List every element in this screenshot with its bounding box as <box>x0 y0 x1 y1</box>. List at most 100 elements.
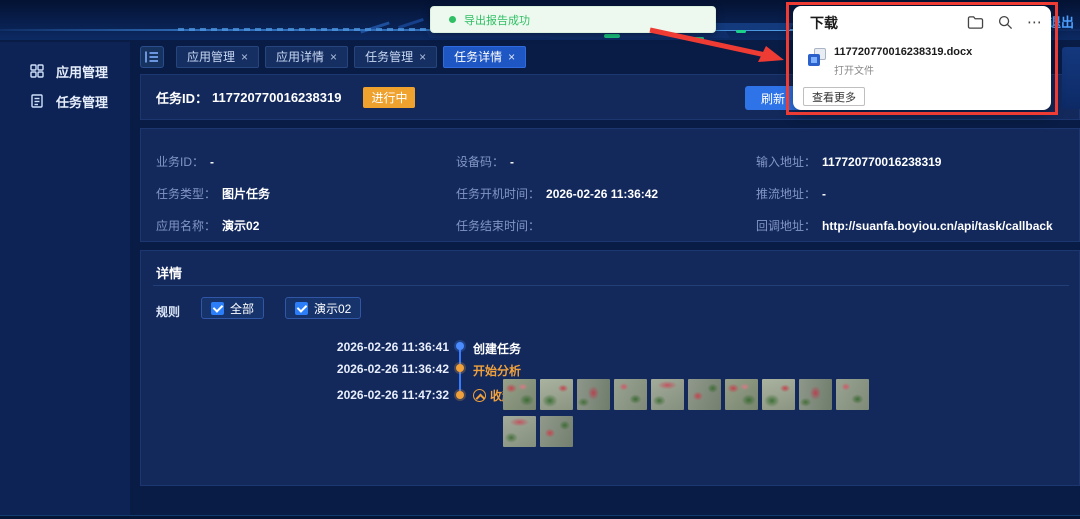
checkbox-checked-icon[interactable] <box>211 302 224 315</box>
detection-thumbnail[interactable] <box>540 416 573 447</box>
checkbox-demo02[interactable]: 演示02 <box>285 297 361 319</box>
field-label: 设备码： <box>456 155 504 169</box>
tab-label: 应用管理 <box>187 47 235 67</box>
detection-thumbnail[interactable] <box>799 379 832 410</box>
collapse-chevron-icon <box>473 389 486 402</box>
download-popup: 下载 ⋯ 117720770016238319.docx 打开文件 查看更多 <box>793 6 1051 110</box>
tab-task-details[interactable]: 任务详情 × <box>443 46 526 68</box>
tab-close-icon[interactable]: × <box>330 47 337 67</box>
rule-label: 规则 <box>156 303 180 320</box>
sidebar-item-app-management[interactable]: 应用管理 <box>0 56 130 86</box>
detection-thumbnail[interactable] <box>725 379 758 410</box>
task-document-icon <box>30 94 44 108</box>
detection-thumbnail[interactable] <box>503 416 536 447</box>
tab-app-details[interactable]: 应用详情 × <box>265 46 348 68</box>
field-task-end-time: 任务结束时间： <box>456 217 546 234</box>
thumbnail-grid <box>503 379 875 447</box>
task-info-panel: 业务ID：- 设备码：- 输入地址：117720770016238319 任务类… <box>140 128 1080 242</box>
field-value: 演示02 <box>222 219 259 233</box>
search-downloads-icon[interactable] <box>997 14 1014 31</box>
timeline-time: 2026-02-26 11:36:41 <box>316 340 449 354</box>
detection-thumbnail[interactable] <box>577 379 610 410</box>
checkbox-label: 全部 <box>230 300 254 317</box>
details-panel: 详情 规则 全部 演示02 2026-02-26 11:36:41 创建任务 2… <box>140 250 1080 486</box>
tab-close-icon[interactable]: × <box>241 47 248 67</box>
timeline-dot-icon <box>456 364 464 372</box>
logout-button[interactable]: 退出 <box>1048 12 1074 31</box>
detection-thumbnail[interactable] <box>540 379 573 410</box>
status-badge: 进行中 <box>363 87 415 108</box>
bottom-bar <box>0 515 1080 519</box>
detection-thumbnail[interactable] <box>836 379 869 410</box>
checkbox-label: 演示02 <box>314 300 351 317</box>
field-value: 2026-02-26 11:36:42 <box>546 187 658 201</box>
header-decoration-green-dash <box>604 34 620 38</box>
sidebar-collapse-button[interactable] <box>140 46 164 68</box>
app-window: 导出报告成功 退出 应用管理 任务管理 应用管理 × <box>0 0 1080 519</box>
more-options-icon[interactable]: ⋯ <box>1027 13 1043 31</box>
success-toast: 导出报告成功 <box>430 6 716 33</box>
word-document-icon <box>808 48 826 66</box>
field-input-address: 输入地址： 117720770016238319 <box>756 153 941 170</box>
field-value: - <box>210 155 214 169</box>
header-decoration-green-dash <box>692 37 704 40</box>
timeline-time: 2026-02-26 11:36:42 <box>316 362 449 376</box>
field-label: 任务结束时间： <box>456 219 540 233</box>
export-button-partial[interactable] <box>1062 47 1080 109</box>
field-app-name: 应用名称：演示02 <box>156 217 259 234</box>
tab-close-icon[interactable]: × <box>508 47 515 67</box>
timeline-dot-icon <box>456 391 464 399</box>
timeline-dot-icon <box>456 342 464 350</box>
field-value: - <box>822 187 826 201</box>
see-more-button[interactable]: 查看更多 <box>803 87 865 106</box>
sidebar-item-label: 任务管理 <box>56 92 108 111</box>
sidebar-item-task-management[interactable]: 任务管理 <box>0 86 130 116</box>
field-task-type: 任务类型： 图片任务 <box>156 185 270 202</box>
detection-thumbnail[interactable] <box>503 379 536 410</box>
detection-thumbnail[interactable] <box>614 379 647 410</box>
tab-app-management[interactable]: 应用管理 × <box>176 46 259 68</box>
tab-label: 任务详情 <box>454 47 502 67</box>
field-push-stream-address: 推流地址：- <box>756 185 826 202</box>
field-device-code: 设备码：- <box>456 153 514 170</box>
tab-list: 应用管理 × 应用详情 × 任务管理 × 任务详情 × <box>176 46 526 68</box>
tab-close-icon[interactable]: × <box>419 47 426 67</box>
tab-label: 应用详情 <box>276 47 324 67</box>
download-file-name[interactable]: 117720770016238319.docx <box>834 46 972 58</box>
open-file-link[interactable]: 打开文件 <box>834 62 972 77</box>
app-grid-icon <box>30 64 44 78</box>
detection-thumbnail[interactable] <box>651 379 684 410</box>
sidebar-item-label: 应用管理 <box>56 62 108 81</box>
field-value: 图片任务 <box>222 187 270 201</box>
field-task-start-time: 任务开机时间： 2026-02-26 11:36:42 <box>456 185 658 202</box>
sidebar: 应用管理 任务管理 <box>0 42 130 515</box>
download-popup-title: 下载 <box>810 13 838 33</box>
field-business-id: 业务ID：- <box>156 153 214 170</box>
field-callback-address: 回调地址：http://suanfa.boyiou.cn/api/task/ca… <box>756 217 1053 234</box>
task-id-label: 任务ID： <box>156 88 208 107</box>
tab-label: 任务管理 <box>365 47 413 67</box>
field-value: 117720770016238319 <box>822 155 941 169</box>
detection-thumbnail[interactable] <box>762 379 795 410</box>
detection-thumbnail[interactable] <box>688 379 721 410</box>
field-label: 推流地址： <box>756 187 816 201</box>
open-downloads-folder-icon[interactable] <box>967 14 984 31</box>
tab-task-management[interactable]: 任务管理 × <box>354 46 437 68</box>
timeline-event-create-task: 创建任务 <box>473 340 521 357</box>
checkbox-all[interactable]: 全部 <box>201 297 264 319</box>
checkbox-checked-icon[interactable] <box>295 302 308 315</box>
success-dot-icon <box>449 16 456 23</box>
timeline-event-start-analysis: 开始分析 <box>473 362 521 379</box>
download-file-row[interactable]: 117720770016238319.docx 打开文件 <box>808 46 972 77</box>
field-label: 输入地址： <box>756 155 816 169</box>
field-label: 任务开机时间： <box>456 187 540 201</box>
field-value: http://suanfa.boyiou.cn/api/task/callbac… <box>822 219 1053 233</box>
details-title: 详情 <box>156 263 182 282</box>
task-id-value: 117720770016238319 <box>212 90 341 105</box>
popup-icon-row: ⋯ <box>967 13 1043 31</box>
toast-message: 导出报告成功 <box>464 12 530 28</box>
header-decoration-green-dash <box>736 30 746 33</box>
field-label: 任务类型： <box>156 187 216 201</box>
divider <box>153 285 1069 286</box>
header-decoration-dotted-line <box>178 28 430 31</box>
